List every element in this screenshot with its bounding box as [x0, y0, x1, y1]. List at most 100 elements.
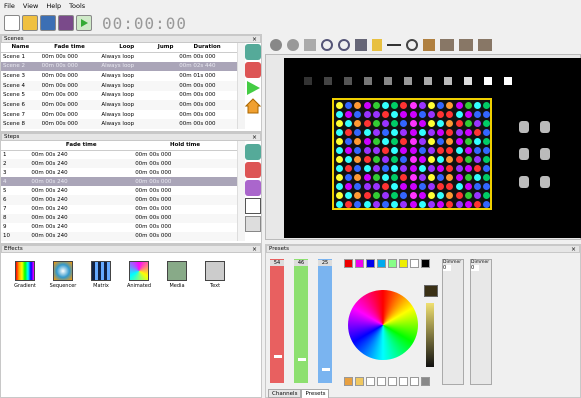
color-swatch[interactable] — [421, 259, 430, 268]
column-header[interactable]: Loop — [99, 43, 155, 53]
remove-scene-icon[interactable] — [245, 62, 261, 78]
red-slider-handle[interactable] — [274, 355, 282, 358]
column-header[interactable]: Hold time — [133, 141, 237, 151]
moving-head-icon[interactable] — [519, 176, 529, 188]
table-row[interactable]: 8 00m 00s 240 00m 00s 000 — [1, 213, 237, 223]
table-row[interactable]: Scene 6 00m 00s 000 Always loop 00m 00s 000 — [1, 100, 237, 110]
line-icon[interactable] — [387, 44, 401, 46]
color-swatch[interactable] — [410, 259, 419, 268]
effect-item[interactable]: Gradient — [7, 261, 43, 289]
column-header[interactable]: Jump — [154, 43, 178, 53]
move-step-icon[interactable] — [245, 180, 261, 196]
column-header[interactable]: Duration — [177, 43, 237, 53]
green-value[interactable]: 46 — [294, 260, 308, 266]
remove-step-icon[interactable] — [245, 162, 261, 178]
dimmer-control[interactable]: Dimmer 0 — [442, 259, 464, 385]
table-row[interactable]: Scene 3 00m 00s 000 Always loop 00m 01s 000 — [1, 71, 237, 81]
table-row[interactable]: 9 00m 00s 240 00m 00s 000 — [1, 223, 237, 232]
green-slider-handle[interactable] — [298, 358, 306, 361]
play-scene-icon[interactable] — [245, 80, 261, 96]
color-swatch[interactable] — [366, 377, 375, 386]
new-file-icon[interactable] — [4, 15, 20, 31]
table-row[interactable]: Scene 7 00m 00s 000 Always loop 00m 00s 000 — [1, 110, 237, 120]
dimmer-value[interactable]: 0 — [443, 265, 451, 271]
fixture-lamp[interactable] — [424, 77, 432, 85]
brightness-bar[interactable] — [426, 303, 434, 367]
table-row[interactable]: Scene 5 00m 00s 000 Always loop 00m 00s 000 — [1, 91, 237, 101]
effect-item[interactable]: Animated — [121, 261, 157, 289]
menu-help[interactable]: Help — [42, 2, 65, 10]
dimmer-value[interactable]: 0 — [471, 265, 479, 271]
menu-view[interactable]: View — [19, 2, 42, 10]
table-row[interactable]: 6 00m 00s 240 00m 00s 000 — [1, 195, 237, 205]
add-scene-icon[interactable] — [245, 44, 261, 60]
home-icon[interactable] — [244, 98, 262, 114]
fixture-lamp[interactable] — [304, 77, 312, 85]
zoom-in-icon[interactable] — [321, 39, 333, 51]
menu-file[interactable]: File — [0, 2, 19, 10]
menu-tools[interactable]: Tools — [65, 2, 89, 10]
fixture-lamp[interactable] — [324, 77, 332, 85]
color-swatch[interactable] — [421, 377, 430, 386]
moving-head-icon[interactable] — [519, 148, 529, 160]
blue-slider[interactable] — [318, 259, 332, 383]
column-header[interactable]: Name — [1, 43, 40, 53]
fixture-lamp[interactable] — [404, 77, 412, 85]
table-row[interactable]: Scene 2 00m 00s 000 Always loop 00m 02s 440 — [1, 61, 237, 72]
tab-channels[interactable]: Channels — [268, 389, 302, 398]
color-swatch[interactable] — [388, 259, 397, 268]
close-icon[interactable]: × — [252, 246, 260, 253]
green-slider[interactable] — [294, 259, 308, 383]
close-icon[interactable]: × — [571, 246, 579, 253]
table-row[interactable]: 4 00m 00s 240 00m 00s 000 — [1, 177, 237, 187]
color-swatch[interactable] — [377, 377, 386, 386]
color-swatch[interactable] — [399, 377, 408, 386]
color-swatch[interactable] — [344, 259, 353, 268]
play-icon[interactable] — [76, 15, 92, 31]
column-header[interactable] — [1, 141, 30, 151]
stage-canvas[interactable] — [284, 58, 581, 238]
effect-item[interactable]: Matrix — [83, 261, 119, 289]
effect-item[interactable]: Sequencer — [45, 261, 81, 289]
dimmer-control[interactable]: Dimmer 0 — [470, 259, 492, 385]
color-swatch[interactable] — [377, 259, 386, 268]
color-swatch[interactable] — [355, 377, 364, 386]
table-row[interactable]: 5 00m 00s 240 00m 00s 000 — [1, 186, 237, 195]
blue-value[interactable]: 25 — [318, 260, 332, 266]
close-icon[interactable]: × — [252, 134, 260, 141]
fixture-lamp[interactable] — [384, 77, 392, 85]
moving-head-icon[interactable] — [540, 176, 550, 188]
texture-icon[interactable] — [423, 39, 435, 51]
column-header[interactable]: Fade time — [39, 43, 100, 53]
fixture-lamp[interactable] — [444, 77, 452, 85]
table-row[interactable]: 10 00m 00s 240 00m 00s 000 — [1, 231, 237, 241]
lock-icon[interactable] — [372, 39, 382, 51]
fixtures-icon[interactable] — [58, 15, 74, 31]
cut-icon[interactable] — [245, 198, 261, 214]
open-folder-icon[interactable] — [22, 15, 38, 31]
table-row[interactable]: 3 00m 00s 240 00m 00s 000 — [1, 168, 237, 177]
moving-head-icon[interactable] — [540, 121, 550, 133]
align-icon[interactable] — [478, 39, 492, 51]
fixture-lamp[interactable] — [364, 77, 372, 85]
fixture-lamp[interactable] — [464, 77, 472, 85]
table-row[interactable]: 7 00m 00s 240 00m 00s 000 — [1, 205, 237, 214]
color-wheel[interactable] — [348, 290, 418, 360]
color-swatch[interactable] — [344, 377, 353, 386]
effect-item[interactable]: Media — [159, 261, 195, 289]
red-slider[interactable] — [270, 259, 284, 383]
fixture-group-icon[interactable] — [287, 39, 299, 51]
table-row[interactable]: Scene 4 00m 00s 000 Always loop 00m 00s 000 — [1, 80, 237, 91]
fixture-lamp[interactable] — [504, 77, 512, 85]
fixture-icon[interactable] — [270, 39, 282, 51]
color-swatch[interactable] — [355, 259, 364, 268]
color-swatch[interactable] — [399, 259, 408, 268]
align-icon[interactable] — [459, 39, 473, 51]
led-matrix[interactable] — [332, 98, 492, 210]
save-icon[interactable] — [40, 15, 56, 31]
table-row[interactable]: 1 00m 00s 240 00m 00s 000 — [1, 150, 237, 159]
tab-presets[interactable]: Presets — [301, 389, 330, 398]
zoom-out-icon[interactable] — [338, 39, 350, 51]
color-swatch[interactable] — [388, 377, 397, 386]
fixture-lamp[interactable] — [484, 77, 492, 85]
